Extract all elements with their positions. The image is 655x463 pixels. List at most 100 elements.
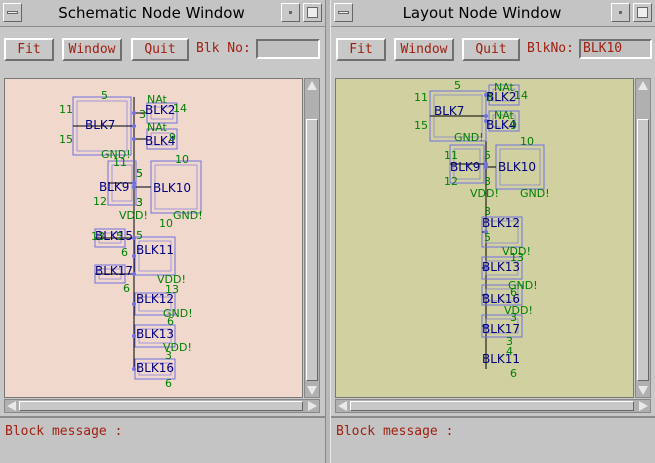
pin-label: 6 <box>123 282 130 295</box>
block-name: BLK7 <box>85 118 115 132</box>
block-message-label: Block message : <box>5 424 123 439</box>
scroll-down-arrow-icon[interactable] <box>638 386 648 395</box>
vertical-scrollbar[interactable] <box>635 78 651 398</box>
schematic-canvas[interactable]: BLK7 BLK2 BLK4 BLK9 BLK10 BLK15 BLK11 BLK17 BLK1… <box>4 78 303 398</box>
pin-label: 3 <box>136 196 143 209</box>
pin-label: 14 <box>514 89 528 102</box>
block-blk10[interactable]: BLK10 <box>484 144 545 190</box>
pin-label: 12 <box>444 175 458 188</box>
vertical-scroll-thumb[interactable] <box>306 119 318 381</box>
pin-label: VDD! <box>470 187 499 200</box>
block-name: BLK13 <box>136 327 174 341</box>
horizontal-scrollbar[interactable] <box>335 399 651 413</box>
toolbar: Fit Window Quit BlkNo: BLK10 <box>331 27 655 71</box>
maximize-button[interactable] <box>303 3 322 22</box>
pin-label: 13 <box>91 230 105 243</box>
node-dot <box>132 137 136 141</box>
fit-button[interactable]: Fit <box>4 38 54 61</box>
scroll-down-arrow-icon[interactable] <box>307 386 317 395</box>
pin-label: 10 <box>175 153 189 166</box>
scroll-up-arrow-icon[interactable] <box>638 81 648 90</box>
pin-label: 11 <box>444 149 458 162</box>
layout-node-window: Layout Node Window Fit Window Quit BlkNo… <box>331 0 655 463</box>
blk-no-label: Blk No: <box>196 41 251 56</box>
vertical-scroll-thumb[interactable] <box>637 119 649 381</box>
minimize-icon <box>619 11 622 14</box>
scroll-up-arrow-icon[interactable] <box>307 81 317 90</box>
pin-label: 14 <box>173 102 187 115</box>
block-name: BLK17 <box>95 264 133 278</box>
block-blk7[interactable]: BLK7 <box>72 96 136 156</box>
pin-label: 9 <box>169 131 176 144</box>
block-name: BLK10 <box>153 181 191 195</box>
pin-label: 15 <box>59 133 73 146</box>
window-button[interactable]: Window <box>394 38 454 61</box>
block-message-label: Block message : <box>336 424 454 439</box>
pin-label: 5 <box>136 167 143 180</box>
block-blk11[interactable]: BLK11 <box>132 236 176 276</box>
pin-label: 11 <box>59 103 73 116</box>
minimize-button[interactable] <box>281 3 300 22</box>
pin-label: NAt <box>147 93 168 106</box>
minimize-icon <box>289 11 292 14</box>
minimize-button[interactable] <box>611 3 630 22</box>
pin-label: 10 <box>520 135 534 148</box>
quit-button[interactable]: Quit <box>462 38 520 61</box>
menu-bar-icon <box>7 11 18 14</box>
pin-label: 6 <box>165 377 172 390</box>
blk-no-input[interactable]: BLK10 <box>579 39 652 59</box>
scroll-left-arrow-icon[interactable] <box>7 401 16 411</box>
block-name: BLK7 <box>434 104 464 118</box>
fit-button[interactable]: Fit <box>336 38 386 61</box>
pin-label: 9 <box>510 119 517 132</box>
pin-label: 5 <box>454 79 461 92</box>
pin-label: 6 <box>510 367 517 380</box>
scroll-right-arrow-icon[interactable] <box>308 401 317 411</box>
title-bar[interactable]: Layout Node Window <box>331 0 655 27</box>
pin-label: 13 <box>165 283 179 296</box>
title-bar[interactable]: Schematic Node Window <box>0 0 325 27</box>
scroll-left-arrow-icon[interactable] <box>338 401 347 411</box>
block-name: BLK11 <box>482 352 520 366</box>
menu-bar-icon <box>338 11 349 14</box>
quit-button[interactable]: Quit <box>131 38 189 61</box>
pin-label: 3 <box>486 91 493 104</box>
block-name: BLK9 <box>450 160 480 174</box>
pin-label: 3 <box>510 311 517 324</box>
block-blk16[interactable]: BLK16 <box>132 358 176 380</box>
window-menu-button[interactable] <box>334 3 353 22</box>
window-button[interactable]: Window <box>62 38 122 61</box>
pin-label: NAt <box>494 81 515 94</box>
window-menu-button[interactable] <box>3 3 22 22</box>
block-blk17[interactable]: BLK17 <box>94 264 136 284</box>
block-name: BLK9 <box>99 180 129 194</box>
node-dot <box>132 181 136 185</box>
layout-canvas[interactable]: BLK7 BLK2 BLK4 BLK9 BLK10 BLK12 BLK13 BLK16 BLK1… <box>335 78 634 398</box>
toolbar: Fit Window Quit Blk No: <box>0 27 325 71</box>
block-name: BLK12 <box>482 216 520 230</box>
node-dot <box>132 124 136 128</box>
pin-label: 3 <box>165 349 172 362</box>
block-message-area: Block message : <box>331 416 655 463</box>
maximize-button[interactable] <box>633 3 652 22</box>
window-title: Layout Node Window <box>402 4 562 22</box>
block-name: BLK17 <box>482 322 520 336</box>
scroll-right-arrow-icon[interactable] <box>639 401 648 411</box>
pin-label: 10 <box>159 217 173 230</box>
maximize-icon <box>307 7 318 18</box>
node-dot <box>132 185 136 189</box>
block-blk11[interactable]: BLK11 <box>482 352 520 366</box>
block-name: BLK11 <box>136 243 174 257</box>
pin-label: GND! <box>454 131 484 144</box>
pin-label: 6 <box>167 315 174 328</box>
schematic-drawing: BLK7BLK2BLK4BLK9 BLK10BLK12BLK13BLK16BLK1… <box>414 79 550 380</box>
schematic-drawing: BLK7BLK2BLK4BLK9 BLK10BLK15BLK11BLK17BLK1… <box>59 89 203 390</box>
blk-no-input[interactable] <box>256 39 320 59</box>
horizontal-scroll-thumb[interactable] <box>19 401 303 411</box>
vertical-scrollbar[interactable] <box>304 78 320 398</box>
window-title: Schematic Node Window <box>58 4 245 22</box>
blk-no-label: BlkNo: <box>527 41 574 56</box>
horizontal-scrollbar[interactable] <box>4 399 320 413</box>
pin-label: 12 <box>93 195 107 208</box>
horizontal-scroll-thumb[interactable] <box>350 401 634 411</box>
